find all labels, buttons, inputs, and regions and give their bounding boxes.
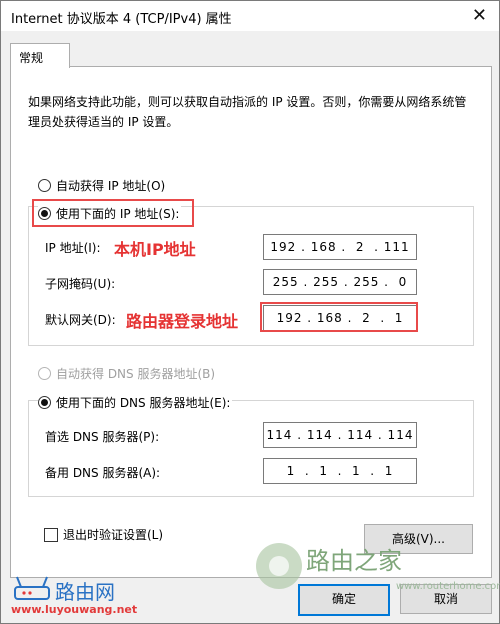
checkbox-icon	[44, 527, 58, 542]
manual-dns-radio[interactable]: 使用下面的 DNS 服务器地址(E):	[38, 394, 233, 411]
description-text: 如果网络支持此功能，则可以获取自动指派的 IP 设置。否则，你需要从网络系统管理…	[28, 95, 467, 129]
auto-ip-label: 自动获得 IP 地址(O)	[56, 179, 166, 193]
validate-on-exit-label: 退出时验证设置(L)	[63, 528, 164, 542]
title-bar: Internet 协议版本 4 (TCP/IPv4) 属性 ✕	[1, 1, 499, 31]
alternate-dns-label: 备用 DNS 服务器(A):	[45, 466, 161, 480]
tcpip-properties-dialog: Internet 协议版本 4 (TCP/IPv4) 属性 ✕ 常规 如果网络支…	[0, 0, 500, 624]
preferred-dns-field[interactable]: 114 . 114 . 114 . 114	[263, 422, 417, 448]
annotation-router-login: 路由器登录地址	[126, 312, 239, 331]
alternate-dns-field[interactable]: 1 . 1 . 1 . 1	[263, 458, 417, 484]
routerhome-logo-icon	[256, 543, 302, 589]
subnet-mask-field[interactable]: 255 . 255 . 255 . 0	[263, 269, 417, 295]
ip-address-label: IP 地址(I):	[45, 241, 101, 255]
window-title: Internet 协议版本 4 (TCP/IPv4) 属性	[11, 12, 232, 27]
watermark-brand1: 路由之家	[306, 547, 402, 575]
tab-general-label: 常规	[19, 51, 44, 65]
auto-dns-radio: 自动获得 DNS 服务器地址(B)	[38, 365, 215, 382]
radio-off-icon	[38, 179, 51, 192]
auto-dns-label: 自动获得 DNS 服务器地址(B)	[56, 367, 216, 381]
preferred-dns-value: 114 . 114 . 114 . 114	[266, 428, 414, 442]
annotation-local-ip: 本机IP地址	[114, 240, 196, 259]
preferred-dns-label: 首选 DNS 服务器(P):	[45, 430, 160, 444]
watermark-brand2-url: www.luyouwang.net	[11, 603, 138, 616]
highlight-gateway	[260, 302, 418, 332]
alternate-dns-value: 1 . 1 . 1 . 1	[286, 464, 394, 478]
ok-button[interactable]: 确定	[298, 584, 390, 616]
router-icon	[14, 576, 50, 600]
subnet-mask-value: 255 . 255 . 255 . 0	[272, 275, 408, 289]
ip-address-value: 192 . 168 . 2 . 111	[270, 240, 410, 254]
manual-dns-label: 使用下面的 DNS 服务器地址(E):	[56, 396, 231, 410]
close-icon[interactable]: ✕	[472, 5, 487, 26]
auto-ip-radio[interactable]: 自动获得 IP 地址(O)	[38, 177, 165, 194]
ip-address-field[interactable]: 192 . 168 . 2 . 111	[263, 234, 417, 260]
tab-general[interactable]: 常规	[10, 43, 70, 68]
watermark-brand2: 路由网	[55, 580, 115, 604]
validate-on-exit-checkbox[interactable]: 退出时验证设置(L)	[44, 526, 163, 543]
watermark-brand1-url: www.routerhome.com	[396, 581, 500, 592]
radio-off-icon	[38, 367, 51, 380]
highlight-manual-ip	[32, 199, 194, 227]
gateway-label: 默认网关(D):	[45, 313, 116, 327]
subnet-mask-label: 子网掩码(U):	[45, 277, 116, 291]
radio-on-icon	[38, 396, 51, 409]
